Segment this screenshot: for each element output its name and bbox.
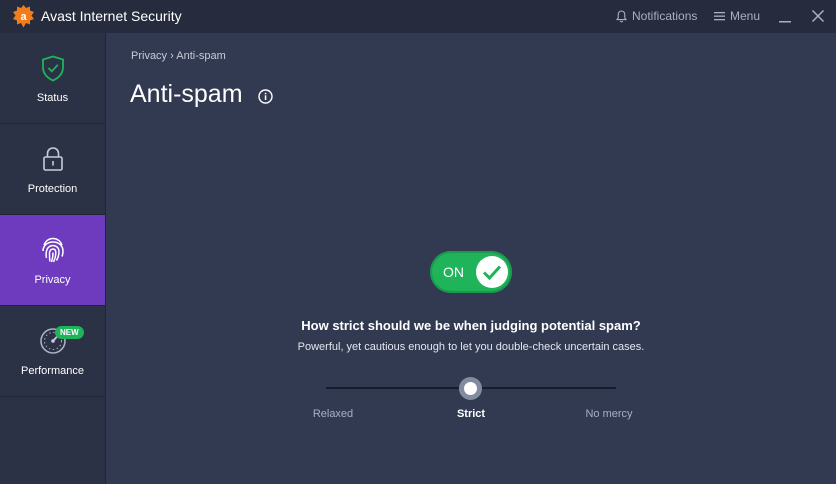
breadcrumb-separator: › xyxy=(170,50,174,62)
toggle-label: ON xyxy=(443,264,464,280)
lock-icon xyxy=(38,144,68,174)
sidebar-item-label: Status xyxy=(36,92,69,104)
app-title: Avast Internet Security xyxy=(41,8,182,24)
sidebar-item-label: Privacy xyxy=(34,274,71,286)
checkmark-icon xyxy=(482,265,502,280)
hamburger-icon xyxy=(714,12,725,21)
svg-text:a: a xyxy=(20,11,27,23)
info-icon[interactable] xyxy=(258,89,273,104)
sidebar-item-protection[interactable]: Protection xyxy=(0,124,105,215)
strictness-description: Powerful, yet cautious enough to let you… xyxy=(297,341,645,353)
sidebar-item-label: Protection xyxy=(27,183,78,195)
sidebar-item-performance[interactable]: NEW Performance xyxy=(0,306,105,397)
minimize-icon[interactable] xyxy=(778,10,792,24)
main-panel: Privacy › Anti-spam Anti-spam ON How str… xyxy=(106,33,836,484)
menu-button[interactable]: Menu xyxy=(714,9,760,23)
page-title: Anti-spam xyxy=(130,80,243,108)
menu-label: Menu xyxy=(730,9,761,23)
strictness-slider-thumb[interactable] xyxy=(459,377,482,400)
avast-logo-icon: a xyxy=(13,5,34,28)
sidebar: Status Protection Privacy NEW Performanc… xyxy=(0,33,106,484)
breadcrumb-parent-link[interactable]: Privacy xyxy=(131,50,167,62)
notifications-button[interactable]: Notifications xyxy=(616,9,697,23)
slider-option-no-mercy[interactable]: No mercy xyxy=(559,408,659,420)
fingerprint-icon xyxy=(38,235,68,265)
sidebar-item-status[interactable]: Status xyxy=(0,33,105,124)
breadcrumb: Privacy › Anti-spam xyxy=(131,50,226,62)
strictness-question: How strict should we be when judging pot… xyxy=(301,318,641,333)
sidebar-item-label: Performance xyxy=(21,365,84,377)
notifications-label: Notifications xyxy=(632,9,698,23)
anti-spam-toggle[interactable]: ON xyxy=(430,251,512,293)
slider-option-strict[interactable]: Strict xyxy=(421,408,521,420)
bell-icon xyxy=(616,9,627,22)
close-icon[interactable] xyxy=(811,9,825,23)
title-bar: a Avast Internet Security Notifications … xyxy=(0,0,836,33)
new-badge: NEW xyxy=(55,326,84,339)
shield-check-icon xyxy=(38,53,68,83)
toggle-knob xyxy=(476,256,508,288)
breadcrumb-current: Anti-spam xyxy=(176,50,226,62)
sidebar-item-privacy[interactable]: Privacy xyxy=(0,215,105,306)
slider-option-relaxed[interactable]: Relaxed xyxy=(283,408,383,420)
